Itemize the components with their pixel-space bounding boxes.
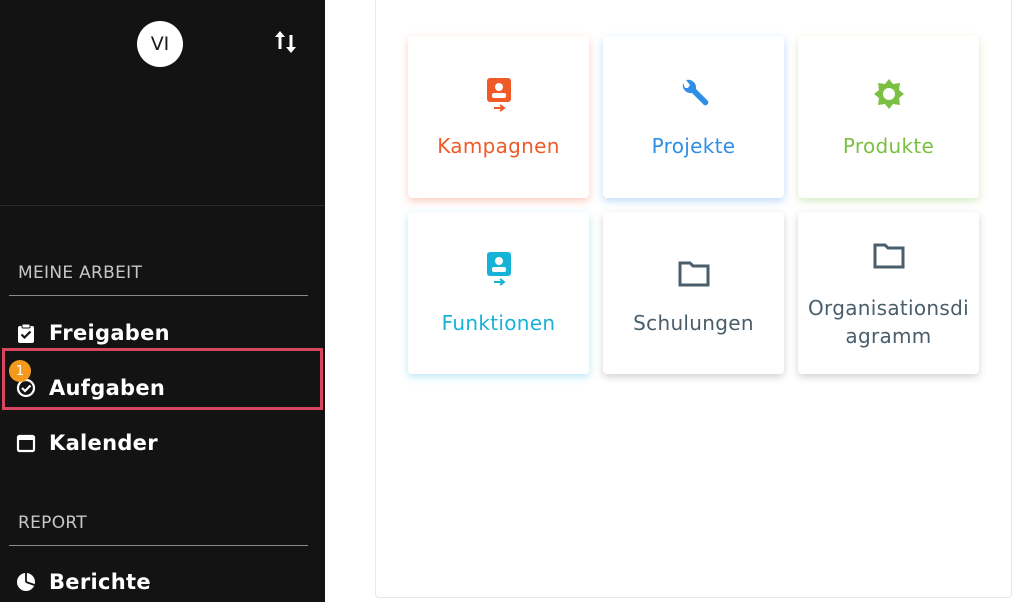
tile-label: Projekte [651,134,736,158]
wrench-icon [677,76,711,112]
sidebar-divider [0,205,325,206]
clipboard-check-icon [16,323,36,343]
pie-chart-icon [16,572,36,592]
section-title-meine-arbeit: MEINE ARBEIT [18,263,143,283]
sidebar-item-kalender[interactable]: Kalender [16,427,158,459]
tile-label: Schulungen [633,311,754,335]
tile-organisationsdiagramm[interactable]: Organisationsdi agramm [798,212,979,374]
tile-produkte[interactable]: Produkte [798,36,979,198]
sidebar-item-label: Berichte [49,570,151,594]
folder-icon [677,256,711,292]
sidebar: VI MEINE ARBEIT Freigaben Aufgaben Kalen… [0,0,325,602]
sidebar-item-berichte[interactable]: Berichte [16,566,151,598]
calendar-icon [16,433,36,453]
tile-label: Organisationsdi [808,296,969,320]
badge-card-icon [482,76,516,112]
tile-label: Produkte [842,134,935,158]
folder-icon [872,238,906,274]
tile-label: Funktionen [441,311,556,335]
badge-card-icon [482,250,516,286]
avatar[interactable]: VI [137,21,183,67]
section-divider [9,295,308,296]
tile-label-line2: agramm [845,324,932,348]
tile-schulungen[interactable]: Schulungen [603,212,784,374]
section-title-report: REPORT [18,513,87,533]
sidebar-item-label: Freigaben [49,321,170,345]
tile-projekte[interactable]: Projekte [603,36,784,198]
gear-icon [872,76,906,112]
sort-swap-icon[interactable] [272,27,300,57]
highlight-frame [2,348,323,410]
sidebar-item-label: Kalender [49,431,158,455]
section-divider [9,545,308,546]
sidebar-item-freigaben[interactable]: Freigaben [16,317,170,349]
tile-label: Kampagnen [437,134,560,158]
tile-funktionen[interactable]: Funktionen [408,212,589,374]
notification-badge: 1 [9,360,31,382]
tile-kampagnen[interactable]: Kampagnen [408,36,589,198]
